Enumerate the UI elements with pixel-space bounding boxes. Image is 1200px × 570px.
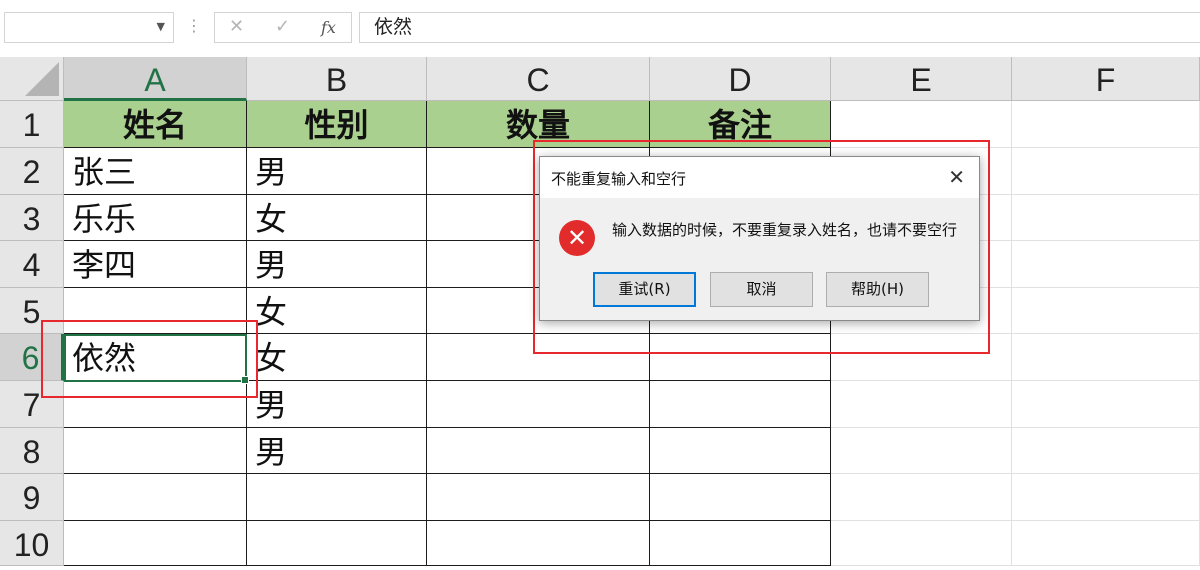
column-header-f[interactable]: F xyxy=(1012,57,1200,101)
cell-e8[interactable] xyxy=(831,428,1012,474)
error-icon: ✕ xyxy=(559,220,595,256)
cell-b7[interactable]: 男 xyxy=(247,381,427,428)
formula-buttons: ✕ ✓ fx xyxy=(214,12,352,43)
formula-input[interactable]: 依然 xyxy=(359,12,1200,43)
cell-f5[interactable] xyxy=(1012,288,1200,334)
row-header-3[interactable]: 3 xyxy=(0,195,64,241)
error-dialog: 不能重复输入和空行 ✕ ✕ 输入数据的时候，不要重复录入姓名，也请不要空行 重试… xyxy=(539,156,980,321)
row-header-8[interactable]: 8 xyxy=(0,428,64,474)
column-header-b[interactable]: B xyxy=(247,57,427,101)
annotation-box-cell xyxy=(41,320,258,398)
cell-f3[interactable] xyxy=(1012,195,1200,241)
dialog-title-bar: 不能重复输入和空行 ✕ xyxy=(540,157,979,198)
column-header-c[interactable]: C xyxy=(427,57,650,101)
column-header-d[interactable]: D xyxy=(650,57,831,101)
column-header-a[interactable]: A xyxy=(64,57,247,101)
cell-b5[interactable]: 女 xyxy=(247,288,427,334)
dialog-message: 输入数据的时候，不要重复录入姓名，也请不要空行 xyxy=(612,221,958,239)
row-header-4[interactable]: 4 xyxy=(0,241,64,288)
drag-handle-icon[interactable]: ⋮ xyxy=(186,16,202,35)
select-all-icon xyxy=(25,62,59,96)
cell-f8[interactable] xyxy=(1012,428,1200,474)
cell-c10[interactable] xyxy=(427,521,650,566)
cell-b6[interactable]: 女 xyxy=(247,334,427,381)
cell-b10[interactable] xyxy=(247,521,427,566)
row-header-2[interactable]: 2 xyxy=(0,148,64,195)
cell-b8[interactable]: 男 xyxy=(247,428,427,474)
cell-f4[interactable] xyxy=(1012,241,1200,288)
cell-f1[interactable] xyxy=(1012,101,1200,148)
cell-f6[interactable] xyxy=(1012,334,1200,381)
cell-d10[interactable] xyxy=(650,521,831,566)
row-header-10[interactable]: 10 xyxy=(0,521,64,566)
cell-f9[interactable] xyxy=(1012,474,1200,521)
cell-b9[interactable] xyxy=(247,474,427,521)
formula-bar: ▼ ⋮ ✕ ✓ fx 依然 xyxy=(0,0,1200,56)
cell-a9[interactable] xyxy=(64,474,247,521)
cell-b2[interactable]: 男 xyxy=(247,148,427,195)
insert-function-icon[interactable]: fx xyxy=(321,18,336,37)
cell-a3[interactable]: 乐乐 xyxy=(64,195,247,241)
cell-e10[interactable] xyxy=(831,521,1012,566)
cell-b4[interactable]: 男 xyxy=(247,241,427,288)
cell-f10[interactable] xyxy=(1012,521,1200,566)
cell-c9[interactable] xyxy=(427,474,650,521)
select-all-button[interactable] xyxy=(0,57,64,101)
dialog-title: 不能重复输入和空行 xyxy=(551,170,687,188)
name-box[interactable]: ▼ xyxy=(4,12,174,43)
cancel-button[interactable]: 取消 xyxy=(710,272,813,307)
column-header-e[interactable]: E xyxy=(831,57,1012,101)
cell-c7[interactable] xyxy=(427,381,650,428)
cell-b3[interactable]: 女 xyxy=(247,195,427,241)
cell-d7[interactable] xyxy=(650,381,831,428)
cell-e7[interactable] xyxy=(831,381,1012,428)
confirm-edit-icon[interactable]: ✓ xyxy=(275,16,290,37)
cell-c8[interactable] xyxy=(427,428,650,474)
retry-button[interactable]: 重试(R) xyxy=(593,272,696,307)
cell-f7[interactable] xyxy=(1012,381,1200,428)
cell-a4[interactable]: 李四 xyxy=(64,241,247,288)
chevron-down-icon[interactable]: ▼ xyxy=(157,20,165,33)
cell-a1[interactable]: 姓名 xyxy=(64,101,247,148)
row-header-1[interactable]: 1 xyxy=(0,101,64,148)
cancel-edit-icon[interactable]: ✕ xyxy=(229,16,244,37)
cell-d8[interactable] xyxy=(650,428,831,474)
close-icon[interactable]: ✕ xyxy=(948,165,965,189)
cell-e9[interactable] xyxy=(831,474,1012,521)
row-header-9[interactable]: 9 xyxy=(0,474,64,521)
cell-a2[interactable]: 张三 xyxy=(64,148,247,195)
cell-f2[interactable] xyxy=(1012,148,1200,195)
cell-d9[interactable] xyxy=(650,474,831,521)
cell-a8[interactable] xyxy=(64,428,247,474)
help-button[interactable]: 帮助(H) xyxy=(826,272,929,307)
cell-b1[interactable]: 性别 xyxy=(247,101,427,148)
cell-a10[interactable] xyxy=(64,521,247,566)
